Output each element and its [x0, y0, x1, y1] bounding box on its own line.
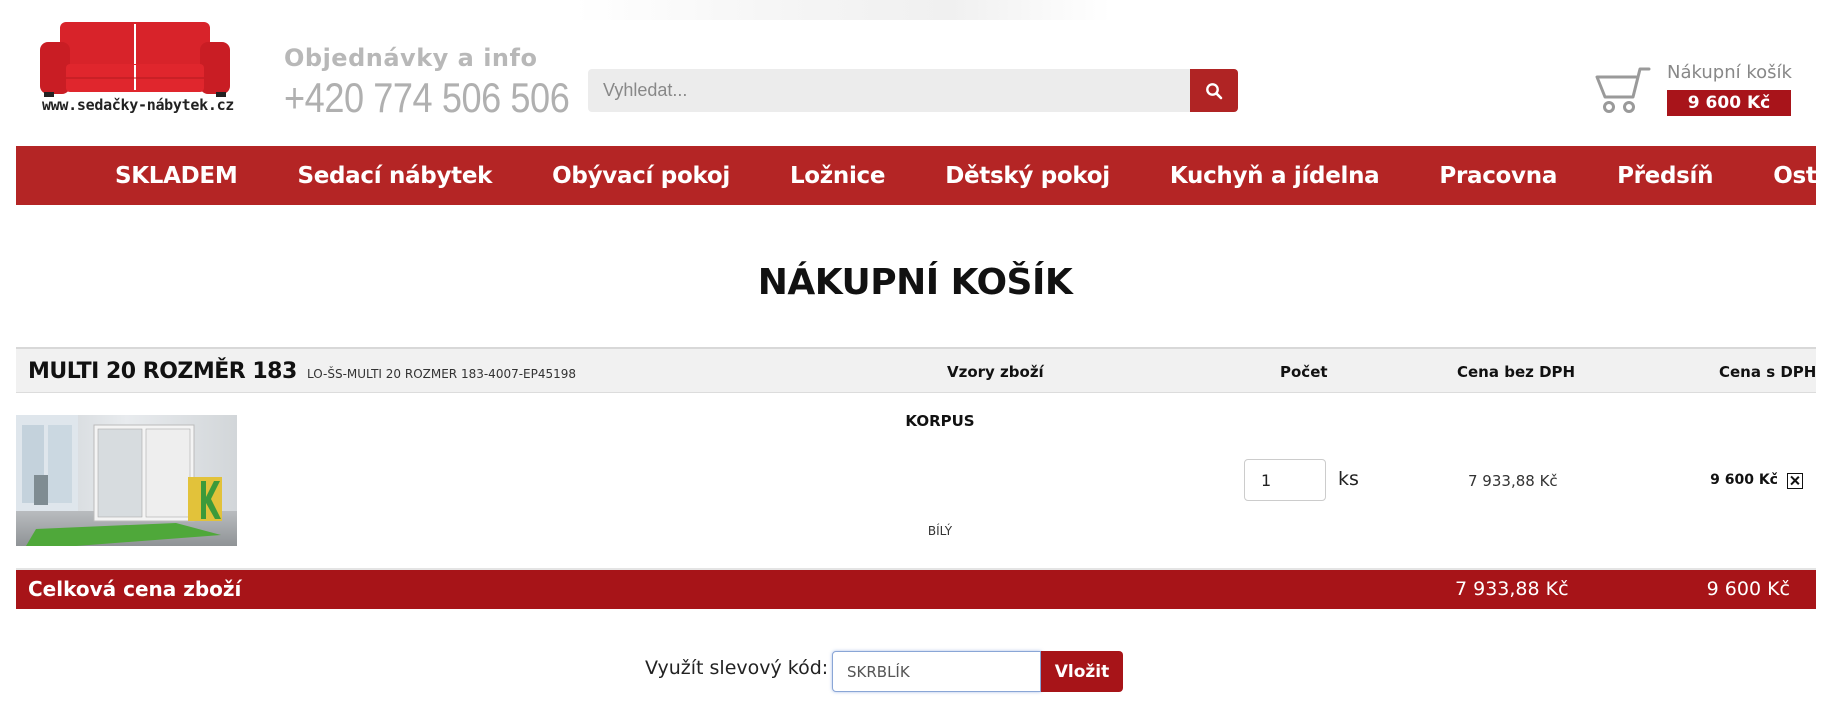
nav-item-obyvaci-pokoj[interactable]: Obývací pokoj [552, 163, 730, 189]
column-header-variants: Vzory zboží [947, 363, 1044, 381]
cart-table-header: MULTI 20 ROZMĚR 183 LO-ŠS-MULTI 20 ROZME… [16, 347, 1816, 393]
contact-info: Objednávky a info +420 774 506 506 [284, 44, 616, 122]
nav-item-kuchyn-a-jidelna[interactable]: Kuchyň a jídelna [1170, 163, 1380, 189]
nav-item-loznice[interactable]: Ložnice [790, 163, 886, 189]
wardrobe-product-photo [16, 415, 237, 546]
nav-item-ostatni[interactable]: Ostatní [1773, 163, 1840, 189]
logo-text: www.sedačky-nábytek.cz [41, 96, 235, 114]
contact-label: Objednávky a info [284, 44, 538, 72]
total-label: Celková cena zboží [28, 577, 242, 601]
search-bar [588, 69, 1238, 112]
nav-item-predsin[interactable]: Předsíň [1617, 163, 1713, 189]
page-title: NÁKUPNÍ KOŠÍK [757, 262, 1073, 303]
remove-item-button[interactable] [1787, 473, 1803, 489]
nav-item-sedaci-nabytek[interactable]: Sedací nábytek [297, 163, 492, 189]
quantity-unit: ks [1338, 468, 1359, 490]
product-image[interactable] [16, 415, 237, 546]
discount-label: Využít slevový kód: [645, 657, 829, 679]
cart-total-bar: Celková cena zboží 7 933,88 Kč 9 600 Kč [16, 570, 1816, 609]
sofa-logo-icon [40, 22, 230, 97]
search-button[interactable] [1190, 69, 1238, 112]
quantity-input[interactable] [1244, 459, 1326, 501]
discount-code-input[interactable] [832, 651, 1041, 692]
column-header-quantity: Počet [1280, 363, 1328, 381]
variant-value[interactable]: BÍLÝ [880, 524, 1000, 538]
total-price-gross: 9 600 Kč [1706, 578, 1790, 600]
site-logo[interactable]: www.sedačky-nábytek.cz [38, 18, 238, 123]
item-price-gross: 9 600 Kč [1710, 472, 1778, 488]
cart-total-badge: 9 600 Kč [1667, 90, 1791, 116]
nav-item-detsky-pokoj[interactable]: Dětský pokoj [945, 163, 1110, 189]
variant-label: KORPUS [905, 412, 975, 430]
column-header-price-gross: Cena s DPH [1719, 363, 1817, 381]
apply-discount-button[interactable]: Vložit [1041, 651, 1123, 692]
nav-item-pracovna[interactable]: Pracovna [1439, 163, 1557, 189]
product-code: LO-ŠS-MULTI 20 ROZMER 183-4007-EP45198 [306, 367, 577, 381]
top-banner-fade [575, 0, 1111, 20]
contact-phone[interactable]: +420 774 506 506 [284, 74, 570, 122]
header-cart[interactable]: Nákupní košík 9 600 Kč [1593, 60, 1793, 120]
search-input[interactable] [588, 69, 1190, 112]
product-name[interactable]: MULTI 20 ROZMĚR 183 LO-ŠS-MULTI 20 ROZME… [28, 359, 576, 384]
search-icon [1206, 82, 1223, 99]
nav-item-skladem[interactable]: SKLADEM [115, 163, 238, 189]
product-name-text[interactable]: MULTI 20 ROZMĚR 183 [28, 359, 297, 384]
cart-label: Nákupní košík [1667, 62, 1792, 83]
main-navigation: SKLADEM Sedací nábytek Obývací pokoj Lož… [16, 146, 1840, 205]
cart-icon [1595, 67, 1651, 113]
column-header-price-net: Cena bez DPH [1457, 363, 1576, 381]
